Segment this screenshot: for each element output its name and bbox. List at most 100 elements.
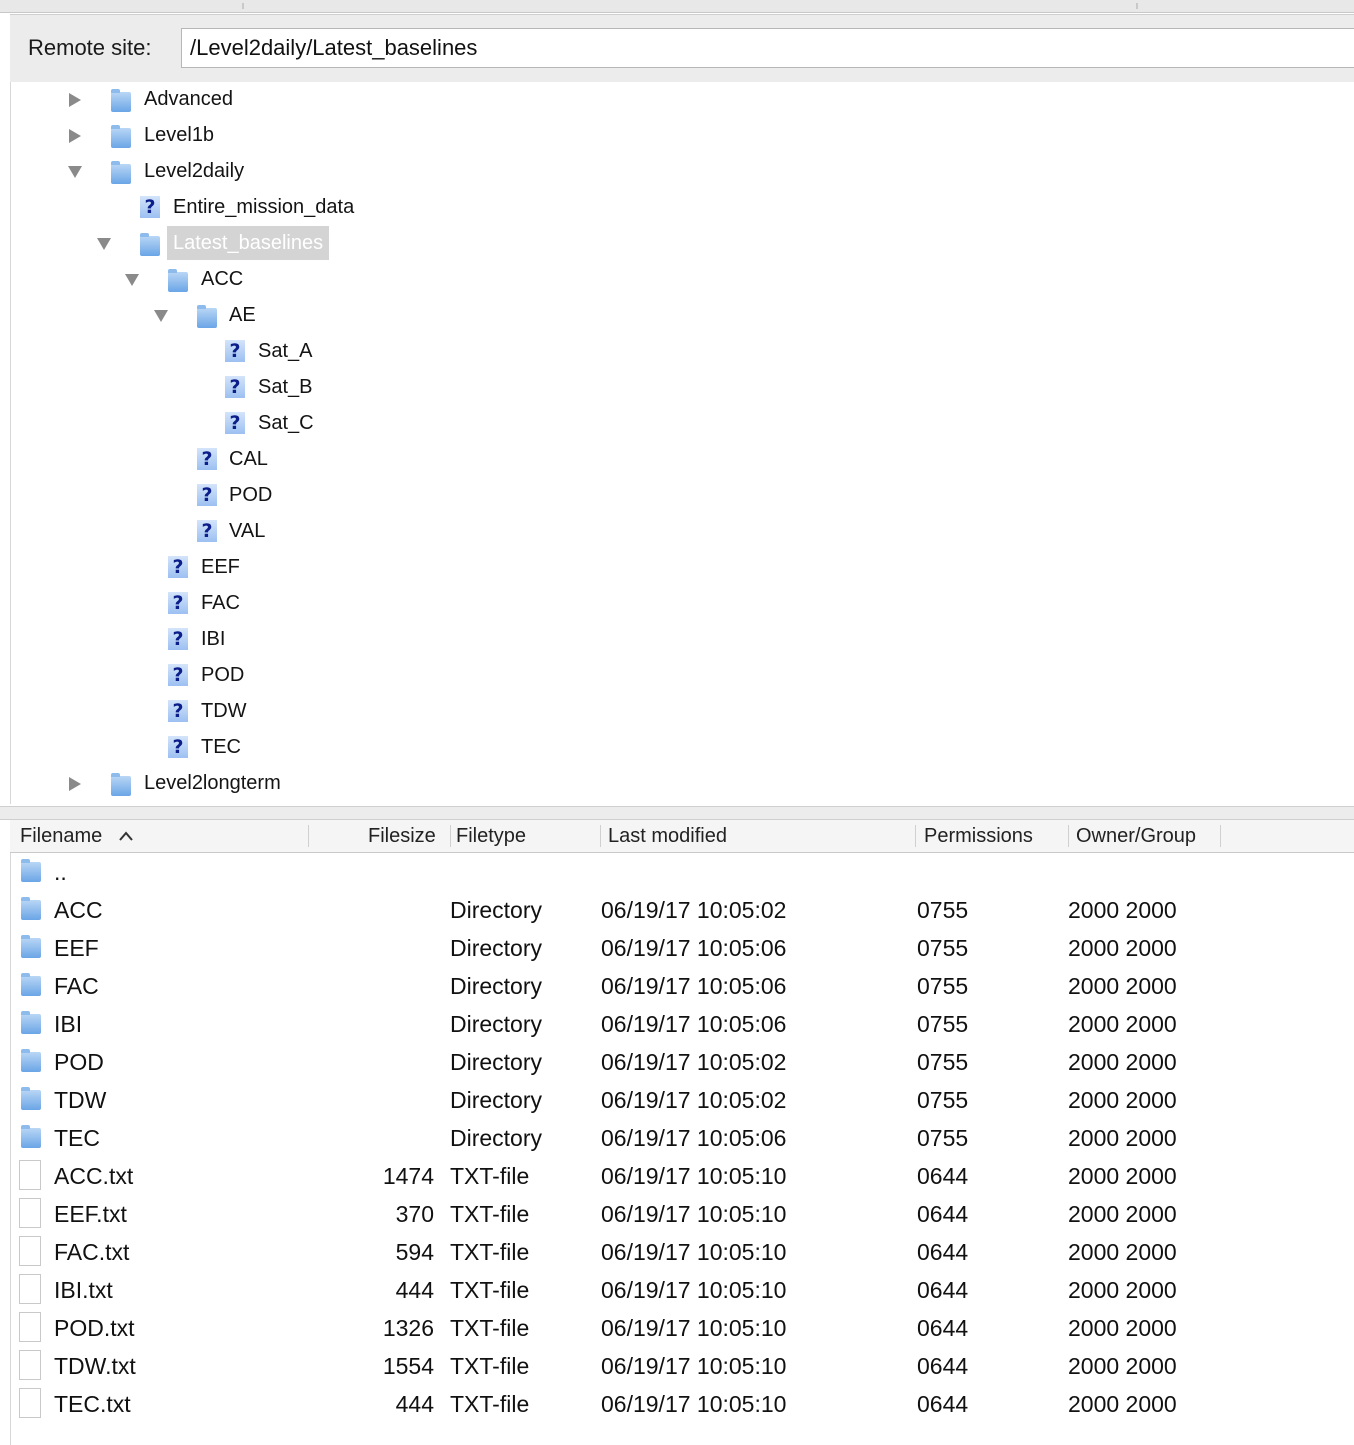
file-permissions: 0644 — [917, 1353, 969, 1379]
tree-item-level1b[interactable]: Level1b — [11, 118, 411, 154]
tree-item-eef[interactable]: ? EEF — [11, 550, 411, 586]
file-list-row[interactable]: IBI.txt 444 TXT-file 06/19/17 10:05:10 0… — [11, 1271, 1354, 1309]
file-name: POD — [54, 1049, 104, 1075]
file-type: TXT-file — [450, 1315, 530, 1341]
file-list-row[interactable]: EEF.txt 370 TXT-file 06/19/17 10:05:10 0… — [11, 1195, 1354, 1233]
tree-item-level2longterm[interactable]: Level2longterm — [11, 766, 411, 802]
file-list-row-parent[interactable]: .. — [11, 853, 1354, 891]
tree-item-acc[interactable]: ACC — [11, 262, 411, 298]
tree-item-val[interactable]: ? VAL — [11, 514, 411, 550]
unknown-folder-icon: ? — [197, 520, 217, 542]
tree-item-advanced[interactable]: Advanced — [11, 82, 411, 118]
column-header-filesize[interactable]: Filesize — [368, 825, 436, 848]
file-list-row[interactable]: TEC.txt 444 TXT-file 06/19/17 10:05:10 0… — [11, 1385, 1354, 1423]
column-divider[interactable] — [308, 825, 309, 847]
file-list-row[interactable]: IBI Directory 06/19/17 10:05:06 0755 200… — [11, 1005, 1354, 1043]
collapse-arrow-icon[interactable] — [125, 274, 139, 286]
remote-file-list: .. ACC Directory 06/19/17 10:05:02 0755 … — [10, 853, 1354, 1445]
file-list-row[interactable]: ACC.txt 1474 TXT-file 06/19/17 10:05:10 … — [11, 1157, 1354, 1195]
column-header-last-modified[interactable]: Last modified — [608, 825, 727, 848]
file-list-header: Filename Filesize Filetype Last modified… — [10, 820, 1354, 853]
expand-arrow-icon[interactable] — [69, 777, 81, 791]
column-divider[interactable] — [915, 825, 916, 847]
tree-item-pod-root[interactable]: ? POD — [11, 658, 411, 694]
tree-item-label: Sat_C — [258, 412, 314, 434]
tree-item-fac[interactable]: ? FAC — [11, 586, 411, 622]
tree-item-label: AE — [229, 304, 256, 326]
tree-item-label: Level2longterm — [144, 772, 281, 794]
tree-item-pod[interactable]: ? POD — [11, 478, 411, 514]
file-owner-group: 2000 2000 — [1068, 897, 1177, 923]
column-divider[interactable] — [450, 825, 451, 847]
file-owner-group: 2000 2000 — [1068, 935, 1177, 961]
file-list-row[interactable]: POD Directory 06/19/17 10:05:02 0755 200… — [11, 1043, 1354, 1081]
file-type: TXT-file — [450, 1353, 530, 1379]
folder-icon — [21, 1049, 41, 1072]
file-list-row[interactable]: FAC Directory 06/19/17 10:05:06 0755 200… — [11, 967, 1354, 1005]
file-modified: 06/19/17 10:05:10 — [601, 1277, 787, 1303]
file-owner-group: 2000 2000 — [1068, 1353, 1177, 1379]
tree-item-latest-baselines[interactable]: Latest_baselines — [11, 226, 411, 262]
file-size: 370 — [395, 1201, 434, 1227]
tree-item-label: Level1b — [144, 124, 215, 146]
tree-item-sat-b[interactable]: ? Sat_B — [11, 370, 411, 406]
folder-icon — [21, 935, 41, 958]
column-header-filename[interactable]: Filename — [20, 825, 134, 848]
folder-icon — [21, 859, 41, 882]
collapse-arrow-icon[interactable] — [97, 238, 111, 250]
tree-item-label: Latest_baselines — [167, 226, 330, 260]
expand-arrow-icon[interactable] — [69, 129, 81, 143]
tree-item-label: ACC — [201, 268, 244, 290]
file-list-row[interactable]: ACC Directory 06/19/17 10:05:02 0755 200… — [11, 891, 1354, 929]
tree-item-label: IBI — [201, 628, 226, 650]
file-permissions: 0644 — [917, 1391, 969, 1417]
column-divider[interactable] — [1068, 825, 1069, 847]
toolbar-divider — [242, 3, 244, 9]
file-list-row[interactable]: POD.txt 1326 TXT-file 06/19/17 10:05:10 … — [11, 1309, 1354, 1347]
file-icon — [19, 1236, 41, 1266]
file-modified: 06/19/17 10:05:10 — [601, 1201, 787, 1227]
file-list-row[interactable]: TDW.txt 1554 TXT-file 06/19/17 10:05:10 … — [11, 1347, 1354, 1385]
tree-item-tdw[interactable]: ? TDW — [11, 694, 411, 730]
folder-icon — [111, 89, 131, 112]
file-name: EEF — [54, 935, 99, 961]
tree-item-sat-c[interactable]: ? Sat_C — [11, 406, 411, 442]
column-header-owner-group[interactable]: Owner/Group — [1076, 825, 1196, 848]
tree-item-sat-a[interactable]: ? Sat_A — [11, 334, 411, 370]
remote-site-label: Remote site: — [28, 35, 152, 60]
file-name: TDW.txt — [54, 1353, 136, 1379]
file-name: FAC.txt — [54, 1239, 130, 1265]
folder-icon — [21, 1125, 41, 1148]
tree-item-tec[interactable]: ? TEC — [11, 730, 411, 766]
column-divider[interactable] — [600, 825, 601, 847]
file-permissions: 0755 — [917, 1087, 969, 1113]
tree-item-ibi[interactable]: ? IBI — [11, 622, 411, 658]
column-header-permissions[interactable]: Permissions — [924, 825, 1033, 848]
tree-item-cal[interactable]: ? CAL — [11, 442, 411, 478]
file-modified: 06/19/17 10:05:10 — [601, 1391, 787, 1417]
file-list-row[interactable]: EEF Directory 06/19/17 10:05:06 0755 200… — [11, 929, 1354, 967]
tree-item-level2daily[interactable]: Level2daily — [11, 154, 411, 190]
file-type: Directory — [450, 935, 543, 961]
file-list-row[interactable]: FAC.txt 594 TXT-file 06/19/17 10:05:10 0… — [11, 1233, 1354, 1271]
remote-site-path-input[interactable]: /Level2daily/Latest_baselines — [181, 28, 1354, 68]
file-modified: 06/19/17 10:05:10 — [601, 1315, 787, 1341]
tree-item-ae[interactable]: AE — [11, 298, 411, 334]
collapse-arrow-icon[interactable] — [154, 310, 168, 322]
file-owner-group: 2000 2000 — [1068, 1277, 1177, 1303]
folder-icon — [111, 161, 131, 184]
column-header-filetype[interactable]: Filetype — [456, 825, 526, 848]
file-name: EEF.txt — [54, 1201, 127, 1227]
file-list-row[interactable]: TDW Directory 06/19/17 10:05:02 0755 200… — [11, 1081, 1354, 1119]
file-owner-group: 2000 2000 — [1068, 1087, 1177, 1113]
tree-item-entire-mission-data[interactable]: ? Entire_mission_data — [11, 190, 411, 226]
file-size: 594 — [395, 1239, 434, 1265]
pane-splitter[interactable] — [0, 806, 1354, 820]
column-divider[interactable] — [1220, 825, 1221, 847]
tree-item-label: Advanced — [144, 88, 233, 110]
file-type: Directory — [450, 1087, 543, 1113]
collapse-arrow-icon[interactable] — [68, 166, 82, 178]
file-list-row[interactable]: TEC Directory 06/19/17 10:05:06 0755 200… — [11, 1119, 1354, 1157]
file-permissions: 0755 — [917, 1011, 969, 1037]
expand-arrow-icon[interactable] — [69, 93, 81, 107]
